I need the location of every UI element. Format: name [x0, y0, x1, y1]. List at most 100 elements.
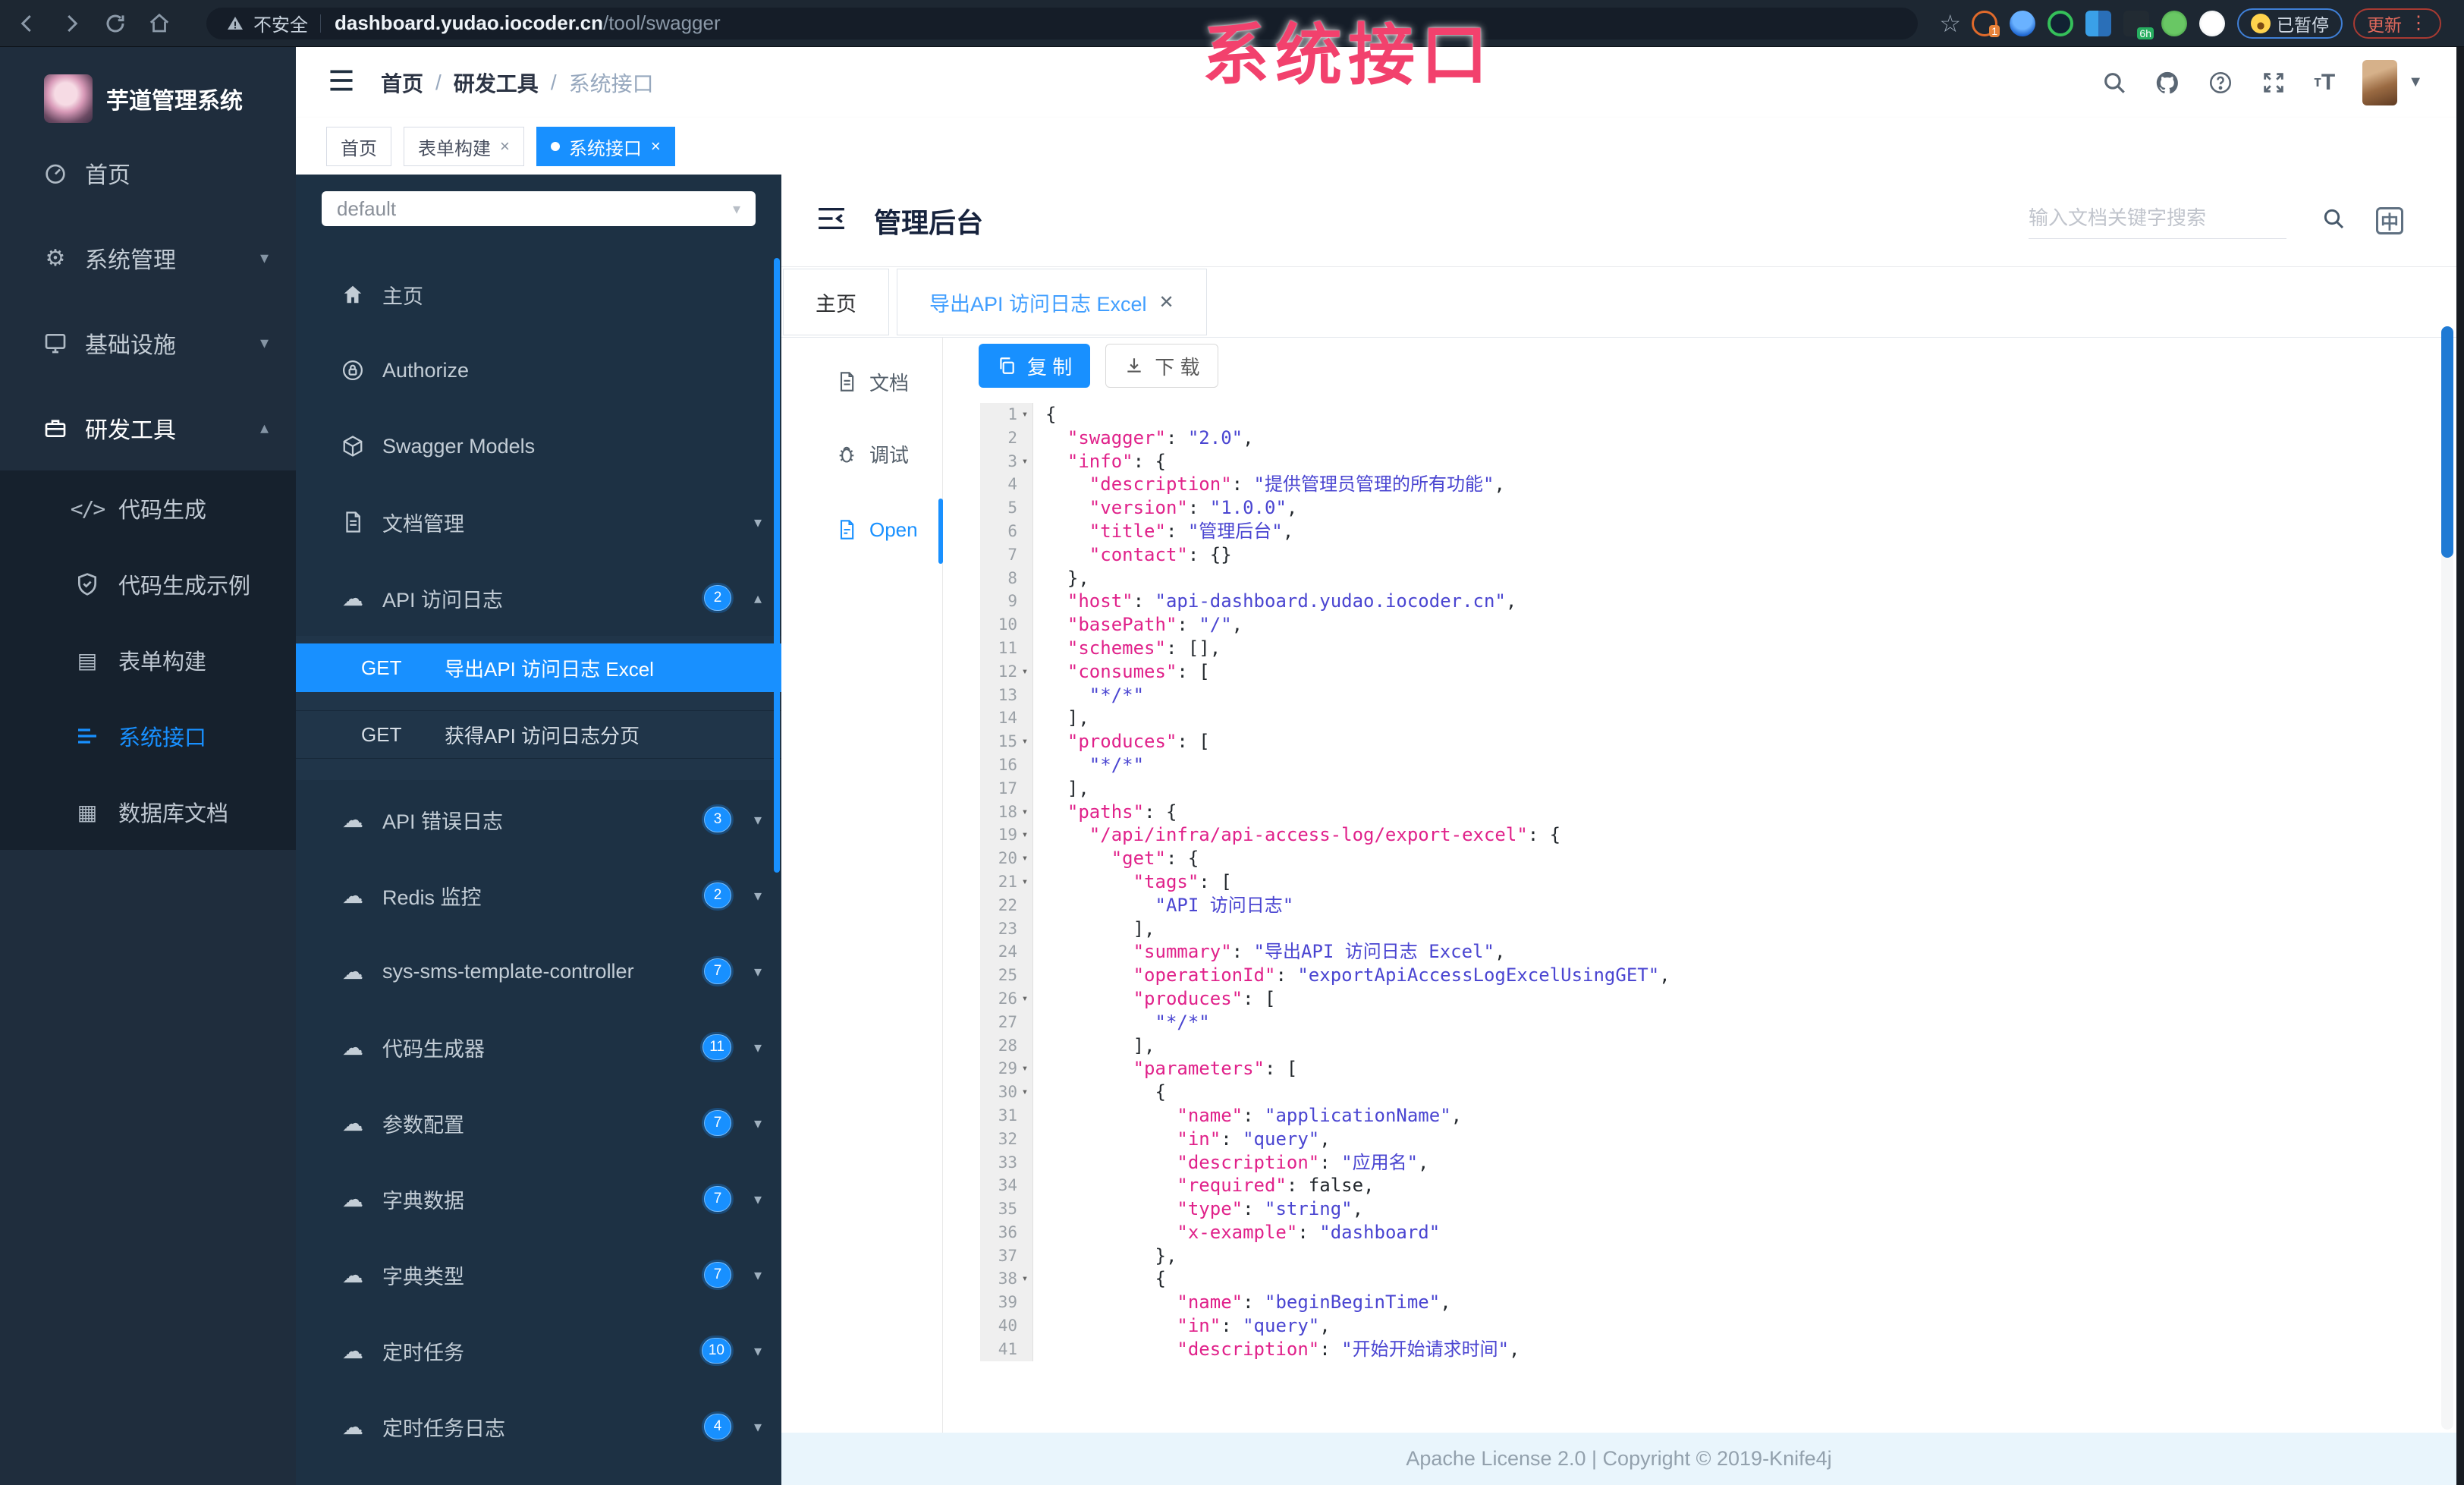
user-avatar[interactable]: [2362, 59, 2398, 105]
breadcrumb-home[interactable]: 首页: [381, 68, 423, 98]
group-position[interactable]: ☁ 岗位: [296, 1465, 781, 1485]
search-icon[interactable]: [2101, 70, 2127, 96]
tag-system-api[interactable]: 系统接口 ×: [536, 127, 675, 166]
breadcrumb-devtools[interactable]: 研发工具: [454, 68, 539, 98]
group-task-log[interactable]: ☁ 定时任务日志 4 ▾: [296, 1389, 781, 1465]
sidebar-item-infra[interactable]: 基础设施 ▾: [0, 300, 296, 385]
extension-icon-4[interactable]: [2085, 10, 2111, 36]
fold-toggle-icon[interactable]: ▾: [1017, 450, 1032, 474]
extension-icon-5[interactable]: 6h: [2123, 10, 2154, 39]
swagger-scrollbar[interactable]: [774, 258, 780, 873]
rail-item-doc[interactable]: 文档: [781, 360, 942, 403]
sidebar-item-codegen[interactable]: </> 代码生成: [0, 470, 296, 546]
security-label[interactable]: 不安全: [253, 10, 308, 36]
breadcrumb-current: 系统接口: [568, 71, 654, 96]
window-scrollbar[interactable]: [2456, 47, 2464, 1485]
reload-icon[interactable]: [100, 8, 130, 39]
group-param-config[interactable]: ☁ 参数配置 7 ▾: [296, 1085, 781, 1161]
doc-tab-export-excel[interactable]: 导出API 访问日志 Excel ✕: [897, 269, 1207, 335]
group-redis-monitor[interactable]: ☁ Redis 监控 2 ▾: [296, 857, 781, 933]
bookmark-star-icon[interactable]: ☆: [1939, 9, 1961, 38]
line-gutter: 18 ▾: [980, 800, 1033, 824]
doc-search-input[interactable]: 输入文档关键字搜索: [2029, 203, 2286, 239]
home-icon[interactable]: [144, 8, 174, 39]
browser-chrome: 不安全 dashboard.yudao.iocoder.cn /tool/swa…: [0, 0, 2464, 47]
group-dict-type[interactable]: ☁ 字典类型 7 ▾: [296, 1237, 781, 1313]
group-sms-template[interactable]: ☁ sys-sms-template-controller 7 ▾: [296, 933, 781, 1009]
line-gutter: 26 ▾: [980, 986, 1033, 1011]
group-codegen[interactable]: ☁ 代码生成器 11 ▾: [296, 1009, 781, 1085]
line-gutter: 34: [980, 1174, 1033, 1198]
fold-toggle-icon[interactable]: ▾: [1017, 847, 1032, 870]
tag-form-builder[interactable]: 表单构建 ×: [404, 127, 524, 166]
api-group-select[interactable]: default ▾: [322, 191, 756, 226]
doc-search-icon[interactable]: [2321, 206, 2346, 234]
extension-icon-1[interactable]: 1: [1972, 10, 2000, 37]
sidebar-item-system-api[interactable]: 系统接口: [0, 698, 296, 774]
swagger-sidebar: default ▾ 主页 Authorize Swagger Models 文档…: [296, 175, 781, 1485]
fold-toggle-icon[interactable]: ▾: [1017, 823, 1032, 847]
fold-toggle-icon[interactable]: ▾: [1017, 730, 1032, 754]
sidebar-item-system[interactable]: ⚙ 系统管理 ▾: [0, 216, 296, 300]
group-scheduled-task[interactable]: ☁ 定时任务 10 ▾: [296, 1313, 781, 1389]
download-button[interactable]: 下 载: [1105, 344, 1219, 388]
content-scrollbar-track[interactable]: [2441, 326, 2453, 1430]
help-icon[interactable]: [2208, 70, 2233, 96]
sidebar-item-home[interactable]: 首页: [0, 131, 296, 216]
code-line: 5 "version": "1.0.0",: [980, 496, 2435, 520]
app-logo-row[interactable]: 芋道管理系统: [0, 47, 296, 131]
doc-tab-home[interactable]: 主页: [783, 269, 889, 335]
fold-toggle-icon[interactable]: ▾: [1017, 987, 1032, 1011]
close-icon[interactable]: ×: [500, 137, 510, 156]
fold-toggle-icon[interactable]: ▾: [1017, 870, 1032, 894]
forward-icon[interactable]: [56, 8, 86, 39]
address-bar[interactable]: 不安全 dashboard.yudao.iocoder.cn /tool/swa…: [206, 7, 1919, 39]
sidebar-item-codegen-demo[interactable]: 代码生成示例: [0, 546, 296, 622]
copy-button[interactable]: 复 制: [979, 344, 1091, 388]
sidebar-item-devtools[interactable]: 研发工具 ▴: [0, 385, 296, 470]
swagger-item-doc-manage[interactable]: 文档管理 ▾: [296, 484, 781, 560]
emoji-icon: [2251, 13, 2271, 33]
close-icon[interactable]: ×: [651, 137, 661, 156]
swagger-item-models[interactable]: Swagger Models: [296, 408, 781, 484]
swagger-item-api-access-log[interactable]: ☁ API 访问日志 2 ▴: [296, 560, 781, 636]
browser-update-button[interactable]: 更新 ⋮: [2353, 8, 2441, 39]
hamburger-icon[interactable]: [328, 68, 355, 96]
operation-export-excel[interactable]: GET 导出API 访问日志 Excel: [296, 643, 781, 692]
font-size-icon[interactable]: тT: [2314, 70, 2335, 96]
back-icon[interactable]: [12, 8, 42, 39]
close-icon[interactable]: ✕: [1159, 291, 1174, 313]
fold-toggle-icon[interactable]: ▾: [1017, 660, 1032, 684]
collapse-sidebar-icon[interactable]: [816, 205, 847, 236]
fold-toggle-icon[interactable]: ▾: [1017, 801, 1032, 824]
paused-extension-pill[interactable]: 已暂停: [2237, 8, 2343, 39]
copy-icon: [997, 356, 1017, 376]
swagger-item-authorize[interactable]: Authorize: [296, 332, 781, 408]
fold-toggle-icon[interactable]: ▾: [1017, 1267, 1032, 1291]
fold-toggle-icon[interactable]: ▾: [1017, 403, 1032, 426]
avatar-caret-icon[interactable]: ▼: [2408, 74, 2423, 91]
tag-home[interactable]: 首页: [326, 127, 391, 166]
extension-icon-3[interactable]: [2048, 10, 2073, 36]
operation-get-page[interactable]: GET 获得API 访问日志分页: [296, 710, 781, 759]
content-scrollbar-thumb[interactable]: [2441, 326, 2453, 558]
rail-item-debug[interactable]: 调试: [781, 433, 942, 475]
swagger-item-home[interactable]: 主页: [296, 256, 781, 332]
group-api-error-log[interactable]: ☁ API 错误日志 3 ▾: [296, 782, 781, 857]
fold-toggle-icon[interactable]: ▾: [1017, 1081, 1032, 1104]
fullscreen-icon[interactable]: [2261, 70, 2286, 96]
rail-item-open[interactable]: Open: [781, 508, 942, 551]
chevron-down-icon: ▾: [753, 1342, 762, 1360]
code-line: 15 ▾ "produces": [: [980, 730, 2435, 754]
sidebar-item-db-doc[interactable]: ▦ 数据库文档: [0, 774, 296, 850]
sidebar-item-form-builder[interactable]: ▤ 表单构建: [0, 622, 296, 698]
line-gutter: 3 ▾: [980, 449, 1033, 474]
github-icon[interactable]: [2154, 70, 2180, 96]
code-editor[interactable]: 1 ▾{2 "swagger": "2.0", 3 ▾ "info": {4 "des…: [980, 403, 2435, 1367]
extension-icon-7[interactable]: [2199, 10, 2225, 36]
fold-toggle-icon[interactable]: ▾: [1017, 1057, 1032, 1081]
group-dict-data[interactable]: ☁ 字典数据 7 ▾: [296, 1161, 781, 1237]
extension-icon-6[interactable]: [2161, 10, 2187, 36]
language-icon[interactable]: 中: [2376, 206, 2403, 234]
extension-icon-2[interactable]: [2010, 10, 2035, 36]
